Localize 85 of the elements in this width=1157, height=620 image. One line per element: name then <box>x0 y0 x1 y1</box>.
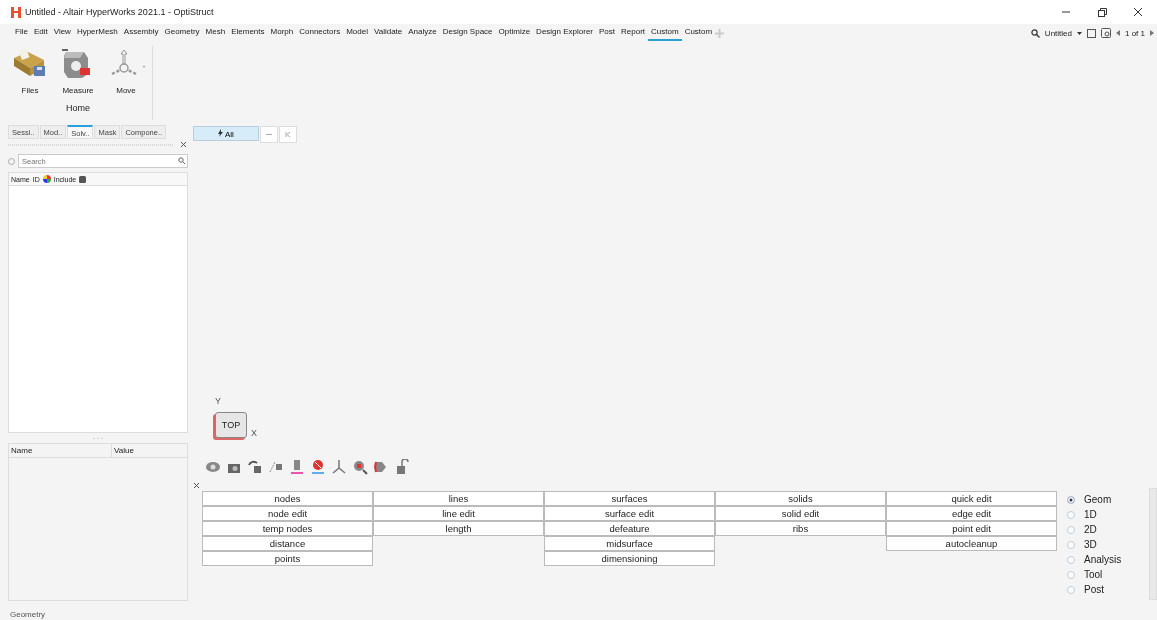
color-legend-icon[interactable] <box>289 459 305 475</box>
panel-button[interactable]: autocleanup <box>886 536 1057 551</box>
zoom-icon[interactable] <box>352 459 368 475</box>
view-cube[interactable]: TOP <box>215 412 247 438</box>
search-icon[interactable] <box>1030 28 1040 38</box>
panel-button[interactable]: ribs <box>715 521 886 536</box>
app-logo <box>11 6 21 18</box>
panel-button[interactable]: surface edit <box>544 506 715 521</box>
filter-button[interactable]: All <box>193 126 259 141</box>
search-icon <box>178 157 185 164</box>
menu-item[interactable]: Report <box>618 25 649 41</box>
panel-button[interactable]: midsurface <box>544 536 715 551</box>
menu-item[interactable]: View <box>50 25 74 41</box>
rotate-icon[interactable] <box>247 459 263 475</box>
ribbon-tool[interactable]: Measure <box>56 46 100 95</box>
ribbon-tool[interactable]: Files <box>8 46 52 95</box>
color-wheel-icon <box>42 175 51 183</box>
menu-item[interactable]: Custom <box>648 25 682 41</box>
window-title: Untitled - Altair HyperWorks 2021.1 - OptiStruct <box>25 7 214 17</box>
previous-icon[interactable] <box>1116 30 1120 36</box>
caret-icon[interactable] <box>1077 31 1082 35</box>
menu-item[interactable]: Optimize <box>495 25 534 41</box>
panel-button[interactable]: dimensioning <box>544 551 715 566</box>
panel-button[interactable]: node edit <box>202 506 373 521</box>
column-header: Value <box>113 445 135 457</box>
drag-handle-icon[interactable] <box>8 142 174 147</box>
menu-item[interactable]: Design Space <box>439 25 496 41</box>
close-icon[interactable] <box>193 482 200 489</box>
menu-item[interactable]: Design Explorer <box>533 25 597 41</box>
square-icon[interactable] <box>1087 28 1096 38</box>
page-radio[interactable]: Tool <box>1067 567 1147 582</box>
menu-item[interactable]: Custom <box>681 25 716 41</box>
status-text: Geometry <box>10 610 46 620</box>
menu-item[interactable]: Model <box>343 25 371 41</box>
menu-item[interactable]: File <box>12 25 31 41</box>
menu-item[interactable]: Connectors <box>296 25 344 41</box>
menu-item[interactable]: HyperMesh <box>73 25 121 41</box>
panel-button[interactable]: surfaces <box>544 491 715 506</box>
panel-button[interactable]: solids <box>715 491 886 506</box>
page-radio[interactable]: Post <box>1067 582 1147 597</box>
menu-item[interactable]: Assembly <box>120 25 162 41</box>
menu-item[interactable]: Post <box>596 25 619 41</box>
menu-item[interactable]: Morph <box>267 25 297 41</box>
menu-item[interactable]: Geometry <box>161 25 203 41</box>
page-radio[interactable]: Geom <box>1067 492 1147 507</box>
panel-button[interactable]: line edit <box>373 506 544 521</box>
ribbon-group-label: Home <box>66 103 90 113</box>
page-counter: 1 of 1 <box>1125 28 1145 38</box>
panel-button[interactable]: defeature <box>544 521 715 536</box>
page-radio[interactable]: 3D <box>1067 537 1147 552</box>
panel-button[interactable]: edge edit <box>886 506 1057 521</box>
panel-button[interactable]: quick edit <box>886 491 1057 506</box>
panel-button[interactable]: lines <box>373 491 544 506</box>
panel-button[interactable]: temp nodes <box>202 521 373 536</box>
panel-button[interactable]: points <box>202 551 373 566</box>
panel-button[interactable]: distance <box>202 536 373 551</box>
eye-icon[interactable] <box>205 459 221 475</box>
prohibited-icon[interactable] <box>310 459 326 475</box>
model-dropdown[interactable]: Untitled <box>1044 28 1072 38</box>
page-radio[interactable]: Analysis <box>1067 552 1147 567</box>
panel-button[interactable]: point edit <box>886 521 1057 536</box>
page-icon[interactable] <box>1101 28 1111 38</box>
mesh-lines-icon[interactable] <box>268 459 284 475</box>
close-icon[interactable] <box>1133 7 1143 17</box>
close-icon[interactable] <box>180 141 187 148</box>
axis-label: Y <box>215 396 222 406</box>
restore-icon[interactable] <box>1097 7 1107 17</box>
menu-item[interactable]: Validate <box>370 25 406 41</box>
panel-button[interactable]: solid edit <box>715 506 886 521</box>
page-radio[interactable]: 1D <box>1067 507 1147 522</box>
padlock-icon[interactable] <box>394 459 410 475</box>
menu-item[interactable]: Analyze <box>405 25 440 41</box>
menu-item[interactable]: Edit <box>30 25 51 41</box>
page-radio[interactable]: 2D <box>1067 522 1147 537</box>
menu-item[interactable]: Elements <box>228 25 268 41</box>
lightning-icon <box>218 128 224 137</box>
view-3d-icon[interactable] <box>373 459 389 475</box>
ribbon-tool[interactable]: Move <box>104 46 148 95</box>
column-header: Name <box>9 444 112 457</box>
menu-item[interactable]: Mesh <box>202 25 229 41</box>
panel-button[interactable]: length <box>373 521 544 536</box>
panel-button[interactable]: nodes <box>202 491 373 506</box>
axes-icon[interactable] <box>331 459 347 475</box>
next-icon[interactable] <box>1150 30 1154 36</box>
axis-label: X <box>251 428 257 438</box>
